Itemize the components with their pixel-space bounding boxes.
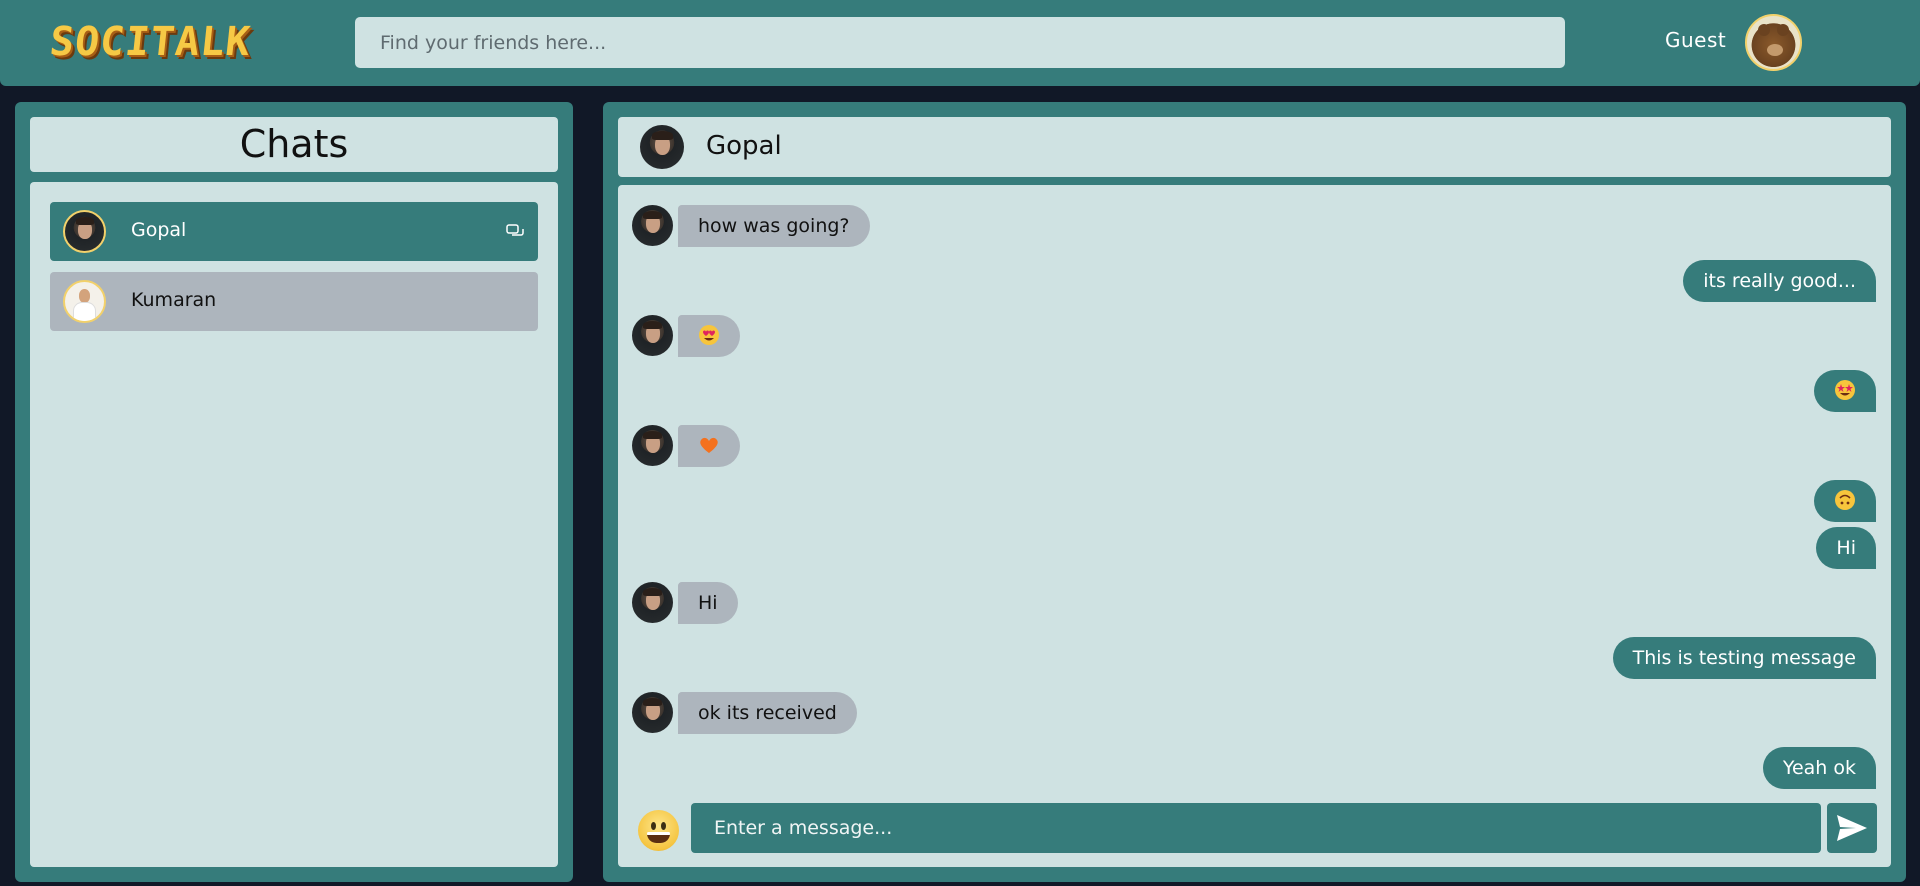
- message-outgoing: This is testing message: [1612, 637, 1876, 679]
- emoji-picker-button[interactable]: [638, 810, 679, 851]
- message-outgoing: [1814, 480, 1876, 522]
- message-avatar: [632, 315, 673, 356]
- friend-search-input[interactable]: [355, 17, 1565, 68]
- emoji-eye: [651, 822, 656, 830]
- heart-eyes-emoji-icon: [699, 324, 719, 345]
- bear-snout: [1767, 44, 1783, 56]
- send-icon: [1837, 815, 1867, 841]
- star-struck-emoji-icon: [1835, 379, 1855, 400]
- upside-down-face-emoji-icon: [1835, 489, 1855, 510]
- message-incoming: Hi: [678, 582, 738, 624]
- chats-panel: Chats Gopal Kumaran: [15, 102, 573, 882]
- user-name[interactable]: Guest: [1665, 28, 1726, 52]
- message-outgoing: Hi: [1816, 527, 1876, 569]
- conversation-panel: Gopal how was going? its really good...: [603, 102, 1906, 882]
- message-outgoing: its really good...: [1683, 260, 1876, 302]
- chat-item-name: Gopal: [131, 219, 187, 241]
- chat-item-gopal[interactable]: Gopal: [50, 202, 538, 261]
- emoji-mouth: [647, 832, 670, 843]
- chat-item-name: Kumaran: [131, 289, 217, 311]
- message-outgoing: [1814, 370, 1876, 412]
- message-incoming: ok its received: [678, 692, 857, 734]
- message-avatar: [632, 582, 673, 623]
- conversation-header: Gopal: [618, 117, 1891, 177]
- message-outgoing: Yeah ok: [1762, 747, 1876, 789]
- message-incoming: [678, 315, 740, 357]
- avatar: [63, 210, 106, 253]
- emoji-eye: [661, 822, 666, 830]
- message-input[interactable]: [691, 803, 1821, 853]
- bear-ear-right: [1777, 24, 1789, 36]
- contact-avatar[interactable]: [640, 125, 684, 169]
- avatar: [63, 280, 106, 323]
- message-list[interactable]: how was going? its really good... Hi Hi …: [618, 185, 1891, 867]
- contact-name[interactable]: Gopal: [706, 131, 782, 161]
- bear-ear-left: [1758, 24, 1770, 36]
- message-incoming: how was going?: [678, 205, 870, 247]
- chat-item-kumaran[interactable]: Kumaran: [50, 272, 538, 331]
- message-incoming: [678, 425, 740, 467]
- top-bar: SOCITALK Guest: [0, 0, 1920, 86]
- orange-heart-emoji-icon: [700, 437, 718, 453]
- chat-bubbles-icon: [506, 224, 524, 236]
- user-avatar[interactable]: [1745, 14, 1802, 71]
- message-avatar: [632, 205, 673, 246]
- chats-list: Gopal Kumaran: [30, 182, 558, 867]
- message-avatar: [632, 692, 673, 733]
- send-button[interactable]: [1827, 803, 1877, 853]
- chats-title: Chats: [30, 117, 558, 172]
- app-logo[interactable]: SOCITALK: [48, 19, 253, 65]
- message-avatar: [632, 425, 673, 466]
